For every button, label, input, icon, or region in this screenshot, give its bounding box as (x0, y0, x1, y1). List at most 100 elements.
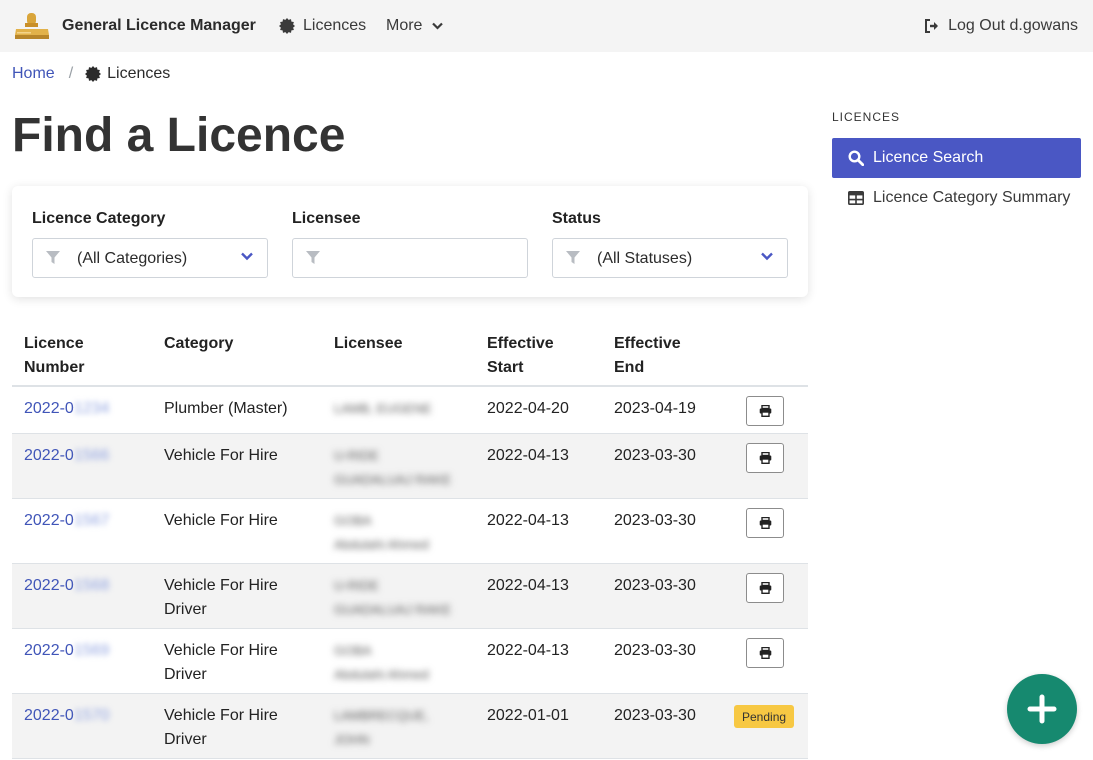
filter-icon (46, 251, 60, 264)
effective-end-cell: 2023-04-19 (614, 400, 696, 417)
col-effective-start-line1: Effective (487, 335, 554, 352)
table-row: 2022-01567 Vehicle For Hire GOBA Abdulahi… (12, 499, 808, 564)
print-button[interactable] (746, 396, 784, 426)
category-filter: Licence Category (All Categories) (32, 210, 268, 278)
licensee-line1: U-RIDE (334, 578, 379, 593)
nav-more-label: More (386, 17, 423, 34)
licensee-line1: GOBA (334, 643, 372, 658)
licence-table: Licence Number Category Licensee Effecti… (12, 330, 808, 759)
category-cell: Vehicle For Hire (164, 444, 278, 468)
licensee-filter: Licensee (292, 210, 528, 278)
col-licence-number[interactable]: Licence Number (24, 332, 84, 380)
nav-more-dropdown[interactable]: More (386, 0, 444, 52)
print-icon (759, 405, 771, 417)
col-effective-start[interactable]: Effective Start (487, 332, 554, 380)
category-line2: Driver (164, 731, 207, 748)
col-licence-number-line2: Number (24, 359, 85, 376)
licensee-line2: GUADALUAJ RAKE (334, 472, 452, 487)
print-icon (759, 452, 771, 464)
print-button[interactable] (746, 508, 784, 538)
licence-number-link[interactable]: 2022-01234 (24, 397, 109, 421)
licensee-line2: Abdulahi Ahmed (334, 537, 429, 552)
effective-start-cell: 2022-04-13 (487, 577, 569, 594)
col-licence-number-line1: Licence (24, 335, 84, 352)
top-navbar: General Licence Manager Licences More Lo… (0, 0, 1093, 52)
sidebar-item-category-summary[interactable]: Licence Category Summary (832, 178, 1081, 218)
logout-link[interactable]: Log Out d.gowans (924, 0, 1078, 52)
filter-icon (306, 251, 320, 264)
licence-number-prefix: 2022-0 (24, 577, 74, 594)
licence-number-link[interactable]: 2022-01568 (24, 574, 109, 598)
col-effective-end[interactable]: Effective End (614, 332, 681, 380)
sidebar-item-label: Licence Search (873, 149, 984, 166)
licence-number-redacted: 1234 (73, 400, 110, 417)
licence-number-redacted: 1570 (73, 707, 110, 724)
col-licensee[interactable]: Licensee (334, 332, 402, 356)
status-filter-label: Status (552, 210, 601, 227)
print-button[interactable] (746, 638, 784, 668)
category-line1: Vehicle For Hire (164, 642, 278, 659)
licence-number-redacted: 1569 (73, 642, 110, 659)
effective-start-cell: 2022-01-01 (487, 707, 569, 724)
effective-end-cell: 2023-03-30 (614, 577, 696, 594)
licensee-line1: U-RIDE (334, 448, 379, 463)
category-line2: Driver (164, 601, 207, 618)
status-select-value: (All Statuses) (597, 250, 693, 267)
licence-number-link[interactable]: 2022-01566 (24, 444, 109, 468)
licence-number-link[interactable]: 2022-01569 (24, 639, 109, 663)
category-cell: Plumber (Master) (164, 397, 288, 421)
category-line1: Vehicle For Hire (164, 512, 278, 529)
licence-number-prefix: 2022-0 (24, 512, 74, 529)
category-line1: Vehicle For Hire (164, 707, 278, 724)
licensee-line2: JOHN (334, 732, 370, 747)
brand[interactable]: General Licence Manager (14, 11, 256, 41)
effective-start-cell: 2022-04-13 (487, 447, 569, 464)
category-line1: Vehicle For Hire (164, 577, 278, 594)
logout-label: Log Out d.gowans (948, 17, 1078, 34)
category-line2: Driver (164, 666, 207, 683)
print-icon (759, 647, 771, 659)
stamp-logo-icon (15, 13, 49, 39)
certificate-icon (279, 18, 295, 34)
table-header: Licence Number Category Licensee Effecti… (12, 330, 808, 387)
print-button[interactable] (746, 573, 784, 603)
table-icon (848, 191, 864, 205)
sidebar-item-licence-search[interactable]: Licence Search (832, 138, 1081, 178)
category-line1: Plumber (Master) (164, 400, 288, 417)
licensee-line1: LAMBRECQUE, (334, 708, 429, 723)
print-icon (759, 582, 771, 594)
table-row: 2022-01569 Vehicle For Hire Driver GOBA Ab… (12, 629, 808, 694)
chevron-down-icon (241, 252, 253, 261)
category-select[interactable]: (All Categories) (32, 238, 268, 278)
licensee-line1: LAMB, EUGENE (334, 401, 432, 416)
licensee-cell: LAMBRECQUE, JOHN (334, 704, 429, 752)
table-row: 2022-01570 Vehicle For Hire Driver LAMBRE… (12, 694, 808, 759)
breadcrumb-current-label: Licences (107, 65, 171, 82)
licence-number-link[interactable]: 2022-01570 (24, 704, 109, 728)
table-row: 2022-01234 Plumber (Master) LAMB, EUGENE… (12, 387, 808, 434)
licence-number-redacted: 1567 (73, 512, 110, 529)
licensee-input[interactable] (292, 238, 528, 278)
licensee-cell: U-RIDE GUADALUAJ RAKE (334, 444, 451, 492)
table-row: 2022-01566 Vehicle For Hire U-RIDE GUADAL… (12, 434, 808, 499)
licensee-line1: GOBA (334, 513, 372, 528)
add-licence-button[interactable] (1007, 674, 1077, 744)
filter-icon (566, 251, 580, 264)
licence-number-redacted: 1568 (73, 577, 110, 594)
nav-licences[interactable]: Licences (279, 0, 366, 52)
chevron-down-icon (761, 252, 773, 261)
licence-number-prefix: 2022-0 (24, 642, 74, 659)
table-row: 2022-01568 Vehicle For Hire Driver U-RIDE… (12, 564, 808, 629)
licensee-line2: Abdulahi Ahmed (334, 667, 429, 682)
licence-number-prefix: 2022-0 (24, 707, 74, 724)
licence-number-link[interactable]: 2022-01567 (24, 509, 109, 533)
chevron-down-icon (432, 22, 444, 30)
licence-number-prefix: 2022-0 (24, 447, 74, 464)
status-select[interactable]: (All Statuses) (552, 238, 788, 278)
print-button[interactable] (746, 443, 784, 473)
filter-card: Licence Category (All Categories) Licens… (12, 186, 808, 297)
col-category[interactable]: Category (164, 332, 233, 356)
sidebar-title: LICENCES (832, 110, 901, 124)
breadcrumb-home[interactable]: Home (12, 65, 55, 83)
effective-start-cell: 2022-04-13 (487, 512, 569, 529)
